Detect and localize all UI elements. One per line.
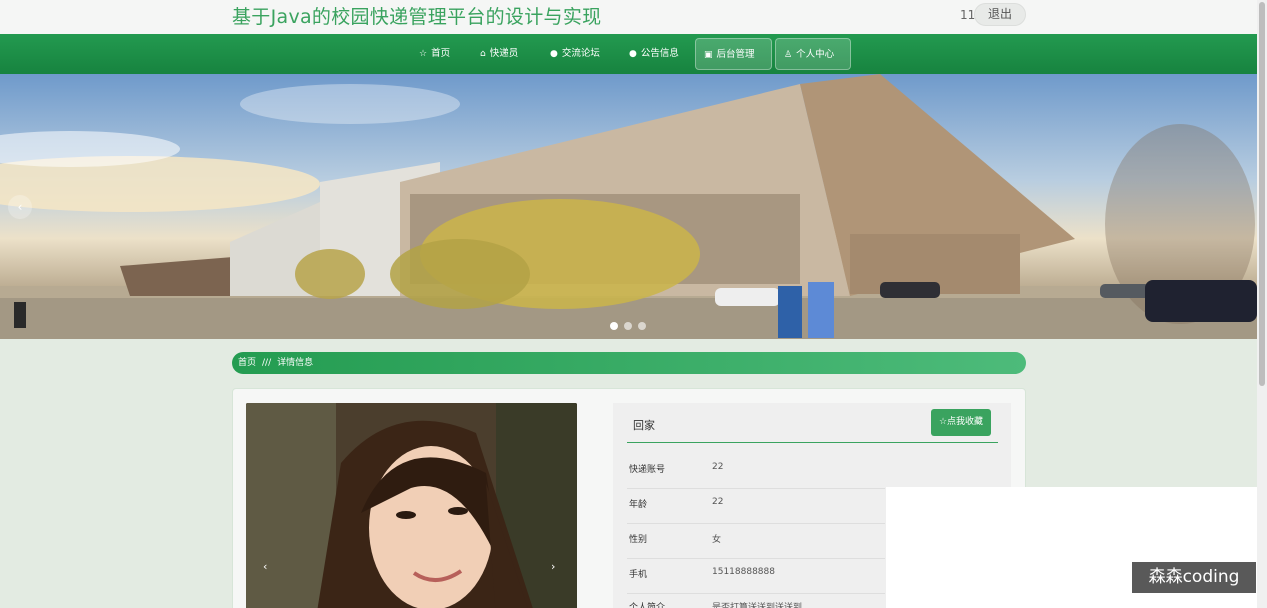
field-value-phone: 15118888888 — [712, 567, 775, 577]
favorite-button[interactable]: ☆点我收藏 — [931, 409, 991, 436]
nav-label: 首页 — [431, 48, 451, 59]
nav-label: 快递员 — [489, 48, 519, 59]
banner-dot-3[interactable] — [638, 322, 646, 330]
box-icon: ▣ — [704, 50, 713, 60]
nav-item-announcements[interactable]: ● 公告信息 — [621, 38, 687, 70]
star-icon: ☆ — [419, 49, 428, 59]
lock-icon: ⌂ — [480, 49, 486, 59]
main-nav: ☆ 首页 ⌂ 快递员 ● 交流论坛 ● 公告信息 ▣ 后台管理 ♙ 个人中心 — [0, 34, 1257, 74]
row-divider — [627, 523, 885, 524]
breadcrumb-separator: /// — [262, 358, 272, 368]
user-count: 11 — [960, 8, 976, 22]
courier-photo-carousel — [246, 403, 577, 608]
row-divider — [627, 488, 885, 489]
banner-dot-1[interactable] — [610, 322, 618, 330]
question-icon: ● — [629, 49, 637, 59]
breadcrumb: 首页 /// 详情信息 — [232, 352, 1026, 374]
field-value-bio: 是否打算送送到送送到 — [712, 603, 803, 608]
nav-item-couriers[interactable]: ⌂ 快递员 — [472, 38, 526, 70]
nav-item-forum[interactable]: ● 交流论坛 — [542, 38, 608, 70]
top-header — [0, 0, 1267, 34]
banner-prev-button[interactable]: ‹ — [8, 195, 32, 219]
field-label-bio: 个人简介 — [629, 603, 666, 608]
photo-prev-button[interactable]: ‹ — [263, 560, 267, 573]
field-value-age: 22 — [712, 497, 724, 507]
person-icon: ♙ — [784, 50, 793, 60]
nav-label: 个人中心 — [796, 49, 835, 60]
field-value-gender: 女 — [712, 535, 722, 545]
banner-carousel — [0, 74, 1257, 339]
nav-label: 交流论坛 — [561, 48, 600, 59]
row-divider — [627, 593, 885, 594]
photo-next-button[interactable]: › — [551, 560, 555, 573]
watermark: 森森coding — [1132, 562, 1256, 593]
title-divider — [627, 442, 998, 443]
nav-label: 后台管理 — [716, 49, 755, 60]
courier-photo — [246, 403, 577, 608]
field-label-gender: 性别 — [629, 535, 648, 545]
banner-dot-2[interactable] — [624, 322, 632, 330]
field-label-account: 快递账号 — [629, 465, 666, 475]
nav-label: 公告信息 — [640, 48, 679, 59]
scrollbar-thumb[interactable] — [1259, 2, 1265, 386]
question-icon: ● — [550, 49, 558, 59]
nav-item-admin[interactable]: ▣ 后台管理 — [695, 38, 772, 70]
breadcrumb-current: 详情信息 — [277, 358, 314, 368]
nav-item-profile[interactable]: ♙ 个人中心 — [775, 38, 851, 70]
field-label-age: 年龄 — [629, 500, 648, 510]
field-label-phone: 手机 — [629, 570, 648, 580]
logout-button[interactable]: 退出 — [974, 3, 1026, 26]
campus-building-image — [0, 74, 1257, 339]
detail-title: 回家 — [633, 419, 655, 432]
breadcrumb-home-link[interactable]: 首页 — [238, 358, 256, 368]
field-value-account: 22 — [712, 462, 724, 472]
row-divider — [627, 558, 885, 559]
site-title: 基于Java的校园快递管理平台的设计与实现 — [232, 6, 602, 28]
nav-item-home[interactable]: ☆ 首页 — [411, 38, 458, 70]
